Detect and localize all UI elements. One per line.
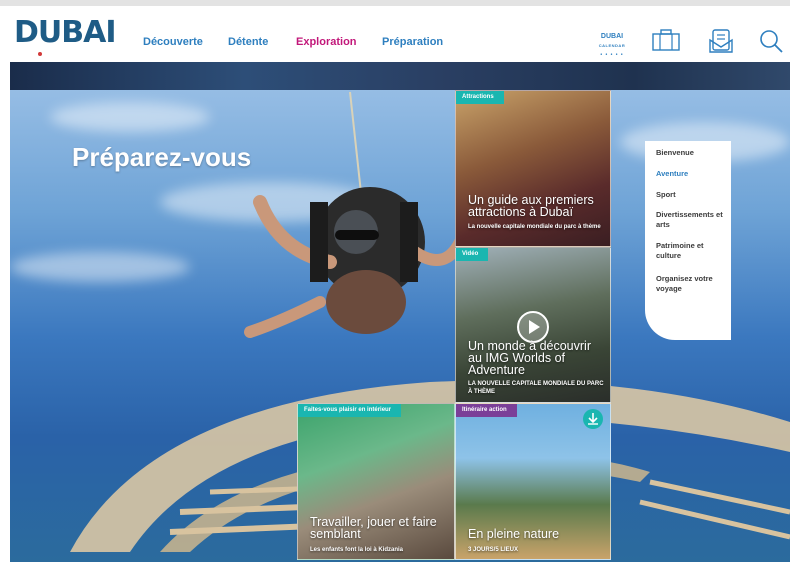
calendar-sub-label: CALENDAR [598, 43, 626, 48]
card-subtitle: Les enfants font la loi à Kidzania [310, 547, 404, 553]
suitcase-icon[interactable] [651, 28, 681, 52]
card-itineraire[interactable]: Itinéraire action En pleine nature 3 JOU… [455, 403, 611, 560]
calendar-dots: • • • • • [600, 52, 624, 58]
cloud [10, 252, 190, 282]
side-menu-item-aventure[interactable]: Aventure [656, 169, 688, 179]
card-subtitle: 3 JOURS/5 LIEUX [468, 547, 519, 553]
search-icon[interactable] [758, 28, 784, 54]
card-attractions[interactable]: Attractions Un guide aux premiers attrac… [455, 90, 611, 247]
card-subtitle: LA NOUVELLE CAPITALE MONDIALE DU PARC À … [468, 381, 604, 395]
side-menu-item-divertissements[interactable]: Divertissements et arts [656, 210, 728, 230]
hero-title: Préparez-vous [72, 142, 252, 172]
card-tag: Itinéraire action [456, 404, 517, 417]
nav-decouverte[interactable]: Découverte [143, 36, 203, 48]
card-title: Travailler, jouer et faire semblant [310, 515, 437, 541]
card-video[interactable]: Vidéo Un monde à découvrir au IMG Worlds… [455, 247, 611, 403]
hero-top-strip [10, 62, 790, 90]
card-tag: Vidéo [456, 248, 489, 261]
site-header: DUBAI Découverte Détente Exploration Pré… [0, 0, 790, 62]
card-title: Un guide aux premiers attractions à Duba… [468, 193, 594, 219]
card-tag: Attractions [456, 91, 504, 104]
nav-preparation[interactable]: Préparation [382, 36, 443, 48]
skydivers-image [244, 92, 466, 338]
side-menu-item-sport[interactable]: Sport [656, 190, 676, 200]
card-title: Un monde à découvrir au IMG Worlds of Ad… [468, 339, 591, 377]
card-interieur[interactable]: Faites-vous plaisir en intérieur Travail… [297, 403, 455, 560]
card-subtitle: La nouvelle capitale mondiale du parc à … [468, 224, 601, 230]
nav-detente[interactable]: Détente [228, 36, 268, 48]
cloud [50, 102, 210, 132]
logo-dot [38, 52, 42, 56]
calendar-label: DUBAI [600, 33, 624, 40]
logo-text: DUBAI [14, 15, 117, 50]
nav-exploration[interactable]: Exploration [296, 36, 357, 48]
download-icon[interactable] [582, 408, 604, 430]
card-title: En pleine nature [468, 527, 560, 541]
brochure-icon[interactable] [708, 28, 734, 54]
calendar-icon[interactable]: DUBAI CALENDAR • • • • • [598, 32, 626, 60]
side-menu-item-organisez[interactable]: Organisez votre voyage [656, 274, 728, 294]
card-tag: Faites-vous plaisir en intérieur [298, 404, 402, 417]
side-menu-item-bienvenue[interactable]: Bienvenue [656, 148, 694, 158]
side-menu-item-patrimoine[interactable]: Patrimoine et culture [656, 241, 720, 261]
dubai-logo[interactable]: DUBAI [14, 15, 117, 56]
section-side-menu: Bienvenue Aventure Sport Divertissements… [645, 141, 731, 340]
